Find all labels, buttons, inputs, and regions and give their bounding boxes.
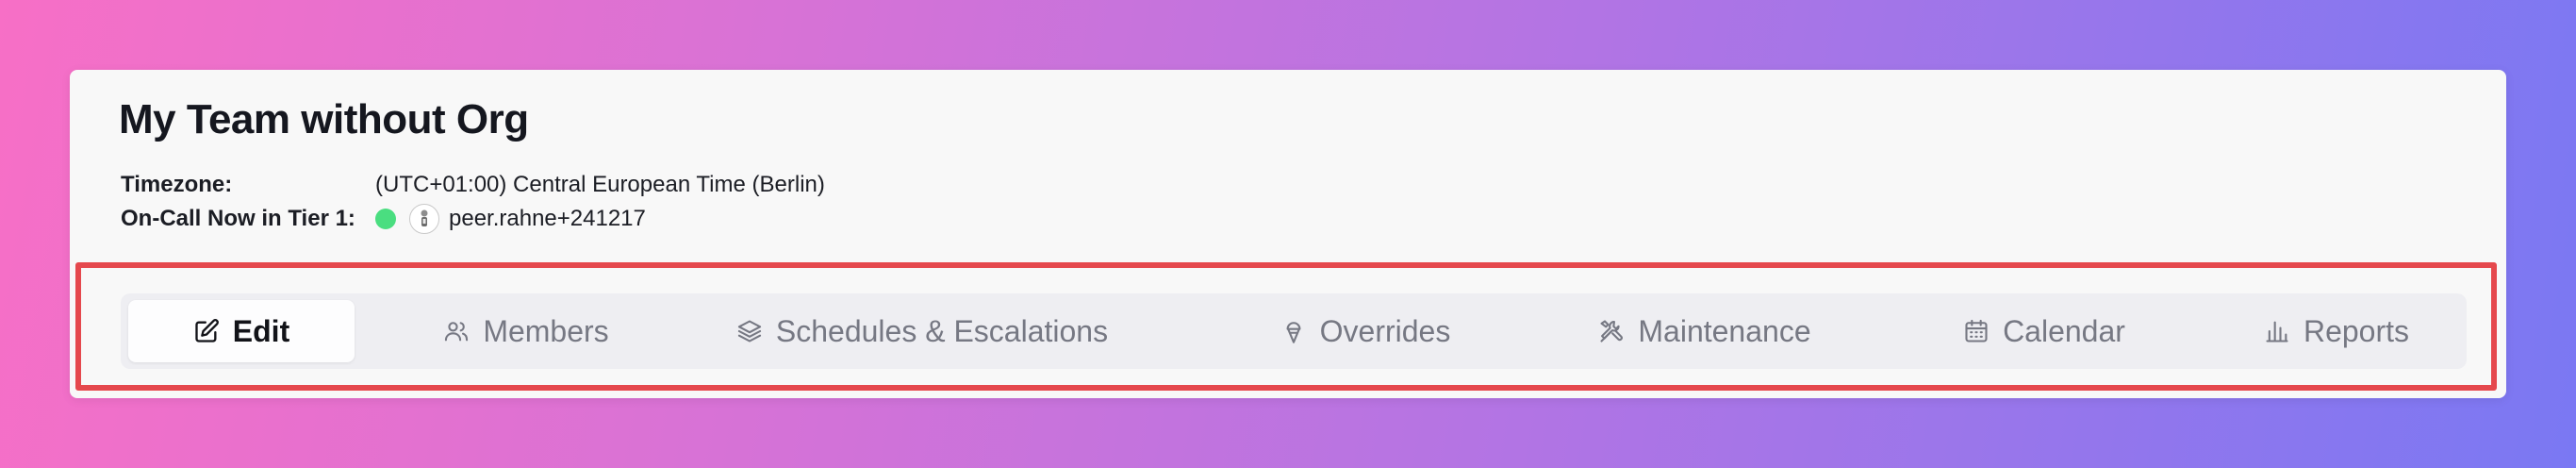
bar-chart-icon [2266,321,2288,343]
oncall-status-dot [375,209,396,229]
tab-label: Schedules & Escalations [775,313,1109,348]
timezone-value: (UTC+01:00) Central European Time (Berli… [375,172,825,197]
layers-icon [737,320,762,343]
person-avatar-icon [421,209,428,226]
tab-calendar[interactable]: Calendar [1931,300,2157,362]
oncall-label: On-Call Now in Tier 1: [121,206,355,231]
ice-cream-icon [1286,322,1301,343]
calendar-icon [1965,319,1988,343]
tab-edit[interactable]: Edit [128,300,355,362]
tab-label: Members [483,313,609,348]
tab-reports[interactable]: Reports [2223,300,2450,362]
tab-members[interactable]: Members [413,300,639,362]
tab-schedules-escalations[interactable]: Schedules & Escalations [724,300,1120,362]
timezone-label: Timezone: [121,172,233,197]
tab-label: Overrides [1319,313,1451,348]
users-icon [445,322,469,342]
edit-icon [195,319,219,343]
tab-label: Maintenance [1638,313,1811,348]
tab-label: Edit [232,313,290,348]
tab-label: Calendar [2003,313,2125,348]
avatar[interactable] [409,204,439,234]
team-card: My Team without Org Timezone: (UTC+01:00… [70,70,2506,398]
oncall-user-name[interactable]: peer.rahne+241217 [449,206,646,232]
tools-icon [1600,320,1624,343]
oncall-row: On-Call Now in Tier 1: peer.rahne+241217 [121,202,825,236]
team-tab-bar: Edit Members Schedules & Escalations Ove… [121,293,2467,369]
tab-label: Reports [2303,313,2410,348]
team-info: Timezone: (UTC+01:00) Central European T… [121,168,825,236]
tab-overrides[interactable]: Overrides [1252,300,1478,362]
tab-maintenance[interactable]: Maintenance [1563,300,1846,362]
page-title: My Team without Org [119,96,529,142]
timezone-row: Timezone: (UTC+01:00) Central European T… [121,168,825,202]
